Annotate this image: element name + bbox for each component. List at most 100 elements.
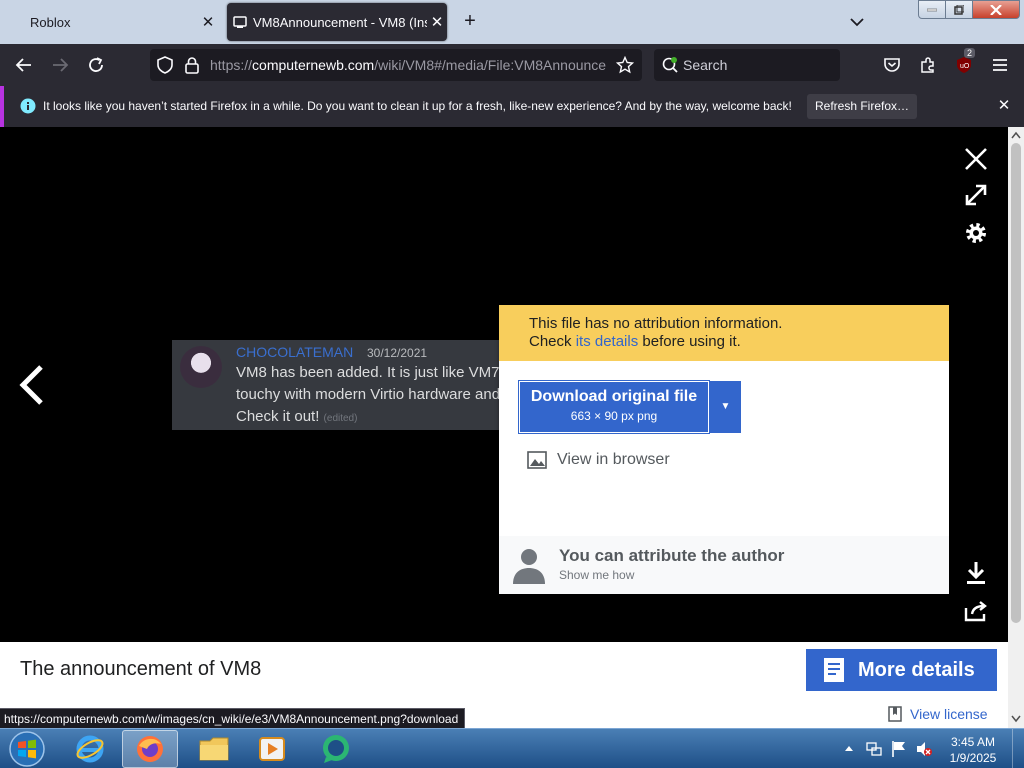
chat-app-taskbar-item[interactable] — [308, 730, 364, 768]
attribute-author-section[interactable]: You can attribute the author Show me how — [499, 536, 949, 594]
internet-explorer-taskbar-item[interactable] — [62, 730, 118, 768]
url-text: https://computernewb.com/wiki/VM8#/media… — [210, 57, 607, 73]
windows-start-orb-icon — [9, 731, 45, 767]
volume-muted-icon[interactable] — [915, 740, 933, 758]
system-clock[interactable]: 3:45 AM 1/9/2025 — [940, 734, 1006, 766]
svg-text:uO: uO — [960, 63, 970, 70]
search-engine-icon — [662, 57, 678, 73]
search-input[interactable]: Search — [654, 49, 840, 81]
view-license-link[interactable]: View license — [888, 706, 988, 722]
back-button[interactable] — [11, 52, 37, 78]
restore-window-button[interactable] — [945, 0, 973, 19]
media-player-icon — [259, 737, 285, 761]
file-details-icon — [824, 658, 844, 682]
pocket-icon — [884, 58, 900, 72]
taskbar: 3:45 AM 1/9/2025 — [0, 728, 1024, 768]
pocket-button[interactable] — [879, 52, 905, 78]
page-scrollbar[interactable] — [1008, 127, 1024, 728]
media-viewer: CHOCOLATEMAN 30/12/2021 VM8 has been add… — [0, 127, 1008, 642]
address-bar[interactable]: https://computernewb.com/wiki/VM8#/media… — [150, 49, 642, 81]
new-tab-button[interactable]: + — [458, 9, 482, 33]
image-icon — [527, 451, 547, 469]
ublock-button[interactable]: uO 2 — [951, 48, 977, 78]
scroll-thumb[interactable] — [1011, 143, 1021, 623]
folder-icon — [199, 737, 229, 761]
fullscreen-icon[interactable] — [962, 181, 990, 209]
message-username: CHOCOLATEMAN — [236, 344, 354, 360]
extensions-button[interactable] — [915, 52, 941, 78]
image-caption: The announcement of VM8 — [20, 658, 262, 680]
tab-roblox[interactable]: Roblox ✕ — [4, 3, 218, 41]
announcement-image: CHOCOLATEMAN 30/12/2021 VM8 has been add… — [172, 340, 502, 430]
close-viewer-icon[interactable] — [962, 145, 990, 173]
view-in-browser-link[interactable]: View in browser — [527, 451, 670, 469]
message-date: 30/12/2021 — [367, 346, 428, 360]
close-tab-icon[interactable]: ✕ — [427, 13, 447, 31]
avatar — [180, 346, 222, 388]
lock-icon — [185, 57, 199, 74]
app-menu-button[interactable] — [987, 52, 1013, 78]
refresh-firefox-notification: It looks like you haven’t started Firefo… — [0, 86, 1024, 127]
clock-time: 3:45 AM — [950, 735, 996, 749]
download-size-dropdown[interactable]: ▼ — [710, 381, 741, 433]
tab-vm8-announcement[interactable]: VM8Announcement - VM8 (Ins ✕ — [227, 3, 447, 41]
reload-button[interactable] — [83, 52, 109, 78]
file-explorer-taskbar-item[interactable] — [186, 730, 242, 768]
reload-icon — [89, 57, 103, 72]
notification-message: It looks like you haven’t started Firefo… — [43, 99, 792, 113]
chevron-down-icon — [850, 18, 864, 27]
close-tab-icon[interactable]: ✕ — [198, 13, 218, 31]
firefox-taskbar-item[interactable] — [122, 730, 178, 768]
edited-tag: (edited) — [323, 413, 358, 424]
user-avatar-icon — [513, 549, 545, 584]
message-line: Check it out! (edited) — [236, 408, 357, 425]
bookmark-star-icon[interactable] — [616, 56, 634, 74]
navigation-toolbar: https://computernewb.com/wiki/VM8#/media… — [0, 44, 1024, 86]
gear-icon[interactable] — [962, 219, 990, 247]
internet-explorer-icon — [76, 735, 104, 763]
firefox-icon — [137, 736, 163, 762]
show-hidden-icons-icon[interactable] — [844, 744, 854, 752]
refresh-firefox-button[interactable]: Refresh Firefox… — [807, 94, 917, 119]
action-center-flag-icon[interactable] — [891, 740, 907, 758]
download-icon[interactable] — [962, 559, 990, 587]
previous-image-icon[interactable] — [14, 362, 50, 408]
hamburger-menu-icon — [993, 59, 1007, 71]
shield-icon — [157, 56, 173, 74]
share-icon[interactable] — [962, 597, 990, 625]
tab-strip: Roblox ✕ VM8Announcement - VM8 (Ins ✕ + — [0, 0, 1024, 44]
minimize-window-button[interactable] — [918, 0, 946, 19]
image-caption-bar: The announcement of VM8 More details — [0, 642, 1008, 698]
media-player-taskbar-item[interactable] — [244, 730, 300, 768]
message-line: touchy with modern Virtio hardware and — [236, 386, 501, 403]
forward-arrow-icon — [53, 58, 69, 72]
message-text: Check it out! — [236, 408, 320, 425]
its-details-link[interactable]: its details — [576, 333, 639, 350]
back-arrow-icon — [15, 58, 31, 72]
forward-button[interactable] — [47, 52, 73, 78]
clock-date: 1/9/2025 — [949, 751, 997, 765]
list-all-tabs-button[interactable] — [846, 11, 868, 33]
link-status-tooltip: https://computernewb.com/w/images/cn_wik… — [0, 708, 466, 729]
show-desktop-button[interactable] — [1012, 729, 1024, 768]
tab-title: VM8Announcement - VM8 (Ins — [253, 14, 427, 30]
warning-text: This file has no attribution information… — [529, 315, 783, 332]
download-original-file-button[interactable]: Download original file 663 × 90 px png — [518, 380, 710, 434]
extension-badge: 2 — [964, 48, 976, 58]
start-button[interactable] — [0, 730, 54, 768]
tab-title: Roblox — [30, 14, 71, 30]
search-placeholder: Search — [683, 57, 728, 73]
network-icon[interactable] — [866, 741, 882, 757]
close-window-button[interactable] — [972, 0, 1020, 19]
close-notification-icon[interactable]: ✕ — [994, 96, 1014, 116]
wiki-favicon-icon — [227, 14, 253, 30]
more-details-button[interactable]: More details — [806, 649, 997, 691]
license-document-icon — [888, 706, 902, 722]
scroll-up-icon — [1011, 131, 1021, 139]
ublock-shield-icon: uO — [957, 57, 971, 73]
scroll-down-icon — [1011, 715, 1021, 723]
chat-bubble-icon — [323, 735, 349, 763]
attribution-warning: This file has no attribution information… — [499, 305, 949, 361]
message-line: VM8 has been added. It is just like VM7 — [236, 364, 500, 381]
download-popup: This file has no attribution information… — [499, 305, 949, 594]
